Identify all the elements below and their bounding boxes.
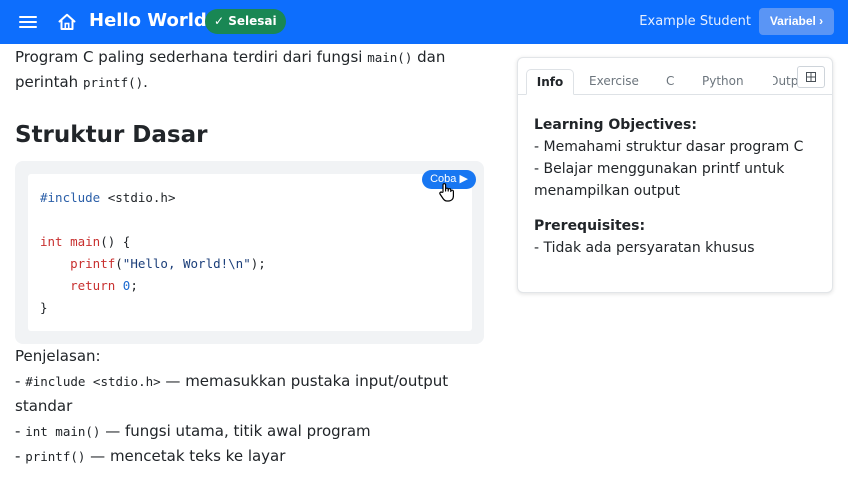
intro-text: perintah bbox=[15, 73, 83, 91]
list-text: standar bbox=[15, 397, 73, 415]
code-token: <stdio.h> bbox=[100, 190, 176, 205]
explanation-section: Penjelasan: - #include <stdio.h> — memas… bbox=[15, 344, 485, 469]
tab-c[interactable]: C bbox=[666, 69, 674, 95]
hand-pointer-cursor-icon bbox=[438, 182, 456, 202]
inline-code: printf() bbox=[25, 449, 86, 464]
intro-text: Program C paling sederhana terdiri dari … bbox=[15, 48, 368, 66]
top-bar: Hello World ✓ Selesai Example Student Va… bbox=[0, 0, 848, 44]
inline-code: printf() bbox=[82, 75, 144, 90]
page-title: Hello World bbox=[89, 10, 207, 31]
explanation-title: Penjelasan: bbox=[15, 347, 101, 365]
inline-code: main() bbox=[367, 50, 413, 65]
intro-text: dan bbox=[412, 48, 446, 66]
prerequisite-item: - Tidak ada persyaratan khusus bbox=[534, 240, 755, 256]
list-dash: - bbox=[15, 422, 26, 440]
objectives-heading: Learning Objectives: bbox=[534, 117, 697, 133]
tab-output[interactable]: Outp bbox=[773, 69, 798, 94]
code-token: () { bbox=[100, 234, 131, 249]
code-block[interactable]: #include <stdio.h> int main() { printf("… bbox=[28, 174, 472, 331]
objective-item: - Belajar menggunakan printf untuk menam… bbox=[534, 161, 785, 199]
expand-grid-icon[interactable] bbox=[797, 66, 825, 88]
panel-tab-bar: Info Exercise C Python Outp bbox=[518, 58, 832, 95]
tab-info[interactable]: Info bbox=[526, 69, 574, 95]
code-token: int bbox=[40, 234, 63, 249]
intro-paragraph: Program C paling sederhana terdiri dari … bbox=[15, 45, 485, 95]
code-token: "Hello, World!\n" bbox=[122, 256, 251, 271]
tab-exercise[interactable]: Exercise bbox=[589, 69, 639, 95]
list-text: — fungsi utama, titik awal program bbox=[100, 422, 371, 440]
home-icon[interactable] bbox=[57, 12, 77, 32]
code-token: ); bbox=[250, 256, 266, 271]
code-block-container: #include <stdio.h> int main() { printf("… bbox=[15, 161, 484, 344]
list-item: - #include <stdio.h> — memasukkan pustak… bbox=[15, 369, 485, 419]
objective-item: - Memahami struktur dasar program C bbox=[534, 139, 804, 155]
inline-code: int main() bbox=[25, 424, 101, 439]
intro-text: . bbox=[143, 73, 148, 91]
list-text: — mencetak teks ke layar bbox=[85, 447, 286, 465]
code-token: printf bbox=[70, 256, 116, 271]
section-heading: Struktur Dasar bbox=[15, 122, 208, 148]
code-token: ( bbox=[115, 256, 123, 271]
hamburger-menu-icon[interactable] bbox=[19, 13, 37, 31]
code-token: main bbox=[62, 234, 101, 249]
list-item: - int main() — fungsi utama, titik awal … bbox=[15, 419, 485, 444]
list-text: — memasukkan pustaka input/output bbox=[160, 372, 449, 390]
variable-button[interactable]: Variabel › bbox=[759, 8, 834, 35]
list-dash: - bbox=[15, 447, 26, 465]
code-token: } bbox=[40, 300, 48, 315]
panel-body: Learning Objectives: - Memahami struktur… bbox=[534, 114, 824, 259]
info-panel: Info Exercise C Python Outp Learning Obj… bbox=[517, 57, 833, 293]
code-token: #include bbox=[40, 190, 101, 205]
main-content: Program C paling sederhana terdiri dari … bbox=[15, 44, 485, 156]
list-dash: - bbox=[15, 372, 26, 390]
code-token: return bbox=[70, 278, 116, 293]
inline-code: #include <stdio.h> bbox=[25, 374, 161, 389]
list-item: - printf() — mencetak teks ke layar bbox=[15, 444, 485, 469]
code-token: ; bbox=[130, 278, 138, 293]
status-badge: ✓ Selesai bbox=[205, 9, 286, 34]
tab-python[interactable]: Python bbox=[702, 69, 744, 95]
user-name[interactable]: Example Student bbox=[639, 14, 751, 29]
prerequisites-heading: Prerequisites: bbox=[534, 218, 646, 234]
